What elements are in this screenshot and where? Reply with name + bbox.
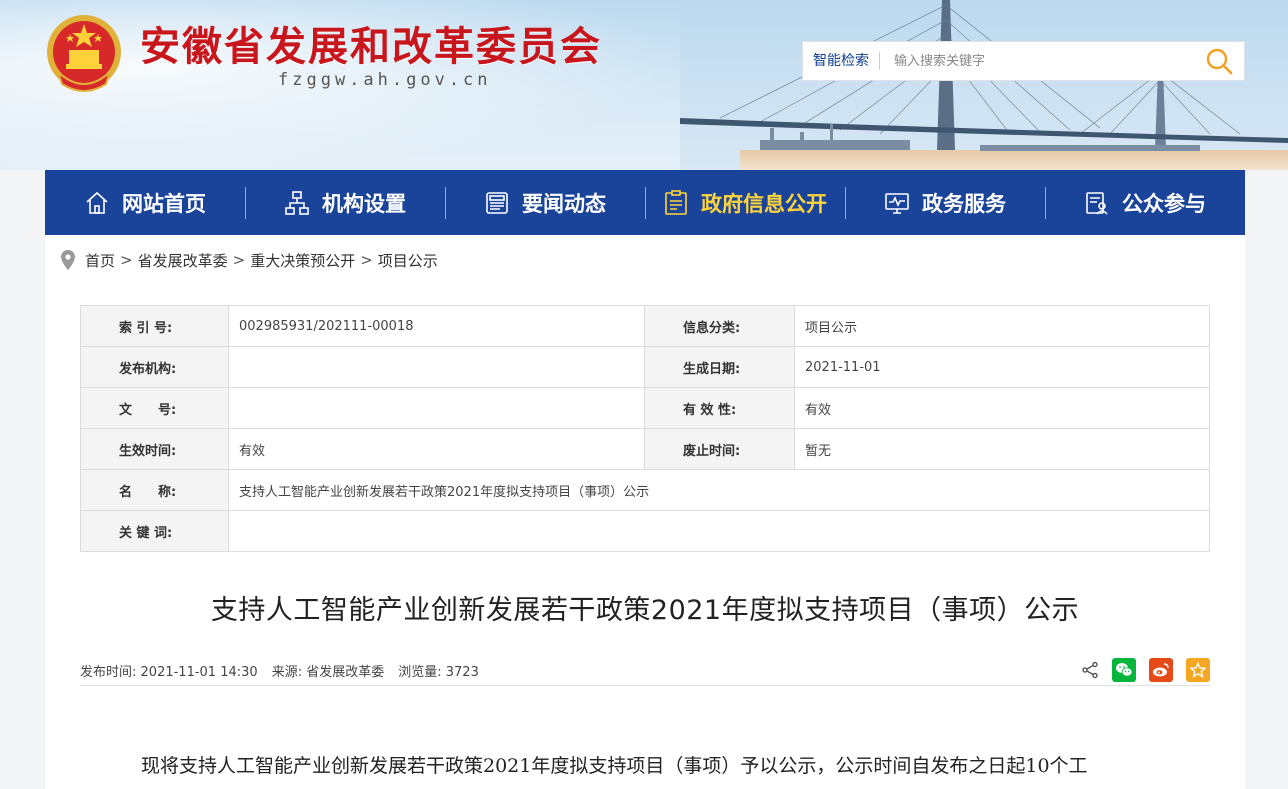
info-disclosure-icon [663, 189, 689, 216]
bridge-banner-image [680, 0, 1288, 170]
nav-item-label: 机构设置 [322, 191, 406, 216]
search-icon [1206, 48, 1233, 75]
keywords-value [228, 510, 1210, 552]
nav-item-label: 政务服务 [922, 191, 1006, 216]
validity-value: 有效 [794, 387, 1210, 429]
name-label: 名 称: [80, 469, 229, 511]
breadcrumb-ndrc[interactable]: 省发展改革委 [138, 250, 228, 271]
search-button[interactable] [1194, 42, 1244, 80]
meta-row: 文 号: 有 效 性: 有效 [80, 387, 1210, 429]
share-weibo-button[interactable] [1149, 658, 1173, 682]
nav-item-organization[interactable]: 机构设置 [245, 170, 445, 235]
nav-item-gov-service[interactable]: 政务服务 [845, 170, 1045, 235]
news-icon [484, 190, 510, 216]
nav-item-gov-info-disclosure[interactable]: 政府信息公开 [645, 170, 845, 235]
publisher-label: 发布机构: [80, 346, 229, 388]
nav-item-label: 要闻动态 [522, 191, 606, 216]
site-domain: fzggw.ah.gov.cn [278, 70, 492, 90]
breadcrumb-separator: > [232, 251, 246, 269]
source-value: 省发展改革委 [306, 664, 385, 680]
document-meta-table: 索 引 号: 002985931/202111-00018 信息分类: 项目公示… [80, 305, 1210, 552]
expiry-time-label: 废止时间: [644, 428, 795, 470]
site-title: 安徽省发展和改革委员会 [140, 24, 602, 70]
favorite-button[interactable] [1186, 658, 1210, 682]
created-date-label: 生成日期: [644, 346, 795, 388]
meta-row: 生效时间: 有效 废止时间: 暂无 [80, 428, 1210, 470]
breadcrumb-separator: > [120, 251, 133, 269]
effective-time-value: 有效 [228, 428, 645, 470]
category-value: 项目公示 [794, 305, 1210, 347]
main-nav: 网站首页 机构设置 要闻动态 政府信息公开 政务服务 公众参与 [45, 170, 1245, 235]
site-header: 安徽省发展和改革委员会 fzggw.ah.gov.cn 智能检索 [0, 0, 1288, 170]
smart-search-label: 智能检索 [803, 52, 880, 70]
created-date-value: 2021-11-01 [794, 346, 1210, 388]
publish-time: 发布时间: 2021-11-01 14:30 [80, 661, 258, 680]
org-chart-icon [284, 190, 310, 216]
location-pin-icon [61, 250, 75, 270]
nav-item-label: 公众参与 [1122, 191, 1206, 216]
breadcrumb-separator: > [360, 251, 373, 269]
share-wechat-button[interactable] [1112, 658, 1136, 682]
breadcrumb-major-decisions[interactable]: 重大决策预公开 [250, 250, 355, 271]
name-value: 支持人工智能产业创新发展若干政策2021年度拟支持项目（事项）公示 [228, 469, 1210, 511]
breadcrumb-project-notice[interactable]: 项目公示 [378, 250, 438, 271]
meta-row: 索 引 号: 002985931/202111-00018 信息分类: 项目公示 [80, 305, 1210, 347]
search-input[interactable] [880, 42, 1194, 80]
share-icon[interactable] [1081, 661, 1099, 679]
publish-time-label: 发布时间: [80, 664, 137, 680]
publish-time-value: 2021-11-01 14:30 [140, 664, 258, 680]
publisher-value [228, 346, 645, 388]
source: 来源: 省发展改革委 [272, 661, 385, 680]
meta-row: 关 键 词: [80, 510, 1210, 552]
national-emblem-icon [47, 15, 121, 92]
share-bar [1081, 658, 1210, 682]
view-count: 浏览量: 3723 [398, 661, 479, 680]
breadcrumb-home[interactable]: 首页 [85, 250, 115, 271]
views-value: 3723 [445, 664, 479, 680]
article-info-bar: 发布时间: 2021-11-01 14:30 来源: 省发展改革委 浏览量: 3… [80, 653, 1210, 687]
public-participation-icon [1084, 190, 1110, 216]
star-icon [1190, 662, 1206, 678]
effective-time-label: 生效时间: [80, 428, 229, 470]
index-no-value: 002985931/202111-00018 [228, 305, 645, 347]
index-no-label: 索 引 号: [80, 305, 229, 347]
content-panel: 首页 > 省发展改革委 > 重大决策预公开 > 项目公示 索 引 号: 0029… [45, 235, 1245, 789]
info-divider [80, 685, 1210, 686]
meta-row: 名 称: 支持人工智能产业创新发展若干政策2021年度拟支持项目（事项）公示 [80, 469, 1210, 511]
service-monitor-icon [884, 190, 910, 216]
nav-item-home[interactable]: 网站首页 [45, 170, 245, 235]
home-icon [84, 190, 110, 216]
search-box: 智能检索 [802, 41, 1245, 81]
doc-no-label: 文 号: [80, 387, 229, 429]
nav-item-public-participation[interactable]: 公众参与 [1045, 170, 1245, 235]
validity-label: 有 效 性: [644, 387, 795, 429]
breadcrumb: 首页 > 省发展改革委 > 重大决策预公开 > 项目公示 [59, 249, 438, 271]
wechat-icon [1116, 663, 1133, 677]
meta-row: 发布机构: 生成日期: 2021-11-01 [80, 346, 1210, 388]
nav-item-label: 网站首页 [122, 191, 206, 216]
category-label: 信息分类: [644, 305, 795, 347]
doc-no-value [228, 387, 645, 429]
weibo-icon [1153, 663, 1169, 677]
article-title: 支持人工智能产业创新发展若干政策2021年度拟支持项目（事项）公示 [210, 595, 1080, 626]
nav-item-label: 政府信息公开 [701, 191, 827, 216]
source-label: 来源: [271, 664, 303, 680]
nav-item-news[interactable]: 要闻动态 [445, 170, 645, 235]
expiry-time-value: 暂无 [794, 428, 1210, 470]
article-body-first-line: 现将支持人工智能产业创新发展若干政策2021年度拟支持项目（事项）予以公示，公示… [141, 755, 1088, 777]
views-label: 浏览量: [398, 664, 442, 680]
keywords-label: 关 键 词: [80, 510, 229, 552]
